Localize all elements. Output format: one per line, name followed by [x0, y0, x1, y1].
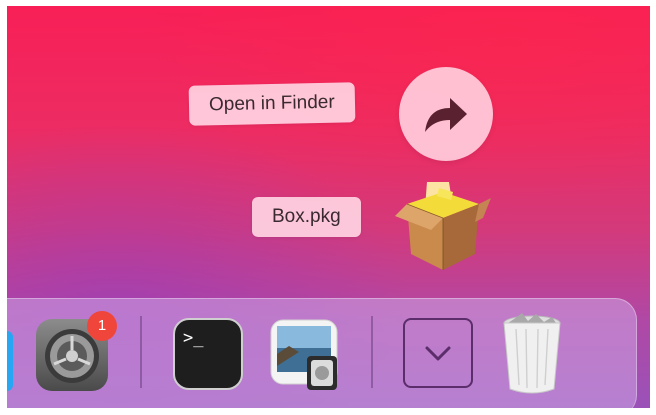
desktop: Open in Finder Box.pkg 1 >_: [7, 6, 650, 408]
dock-item-downloads[interactable]: [403, 318, 473, 388]
dock-item-trash[interactable]: [500, 311, 564, 395]
curved-arrow-right-icon: [425, 98, 467, 132]
package-box-icon[interactable]: [387, 174, 495, 274]
open-in-finder-button[interactable]: [399, 67, 493, 161]
file-name-label: Box.pkg: [252, 197, 361, 237]
dock-item-partial[interactable]: [7, 331, 13, 391]
terminal-icon: >_: [183, 328, 204, 348]
preview-icon: [270, 319, 338, 390]
chevron-down-icon: [425, 346, 451, 361]
open-in-finder-label[interactable]: Open in Finder: [188, 82, 356, 126]
notification-badge: 1: [87, 311, 117, 341]
dock-separator: [140, 316, 142, 388]
dock-item-preview[interactable]: [269, 318, 341, 392]
dock-separator: [371, 316, 373, 388]
dock-item-terminal[interactable]: >_: [173, 318, 243, 390]
trash-icon: [503, 313, 561, 394]
